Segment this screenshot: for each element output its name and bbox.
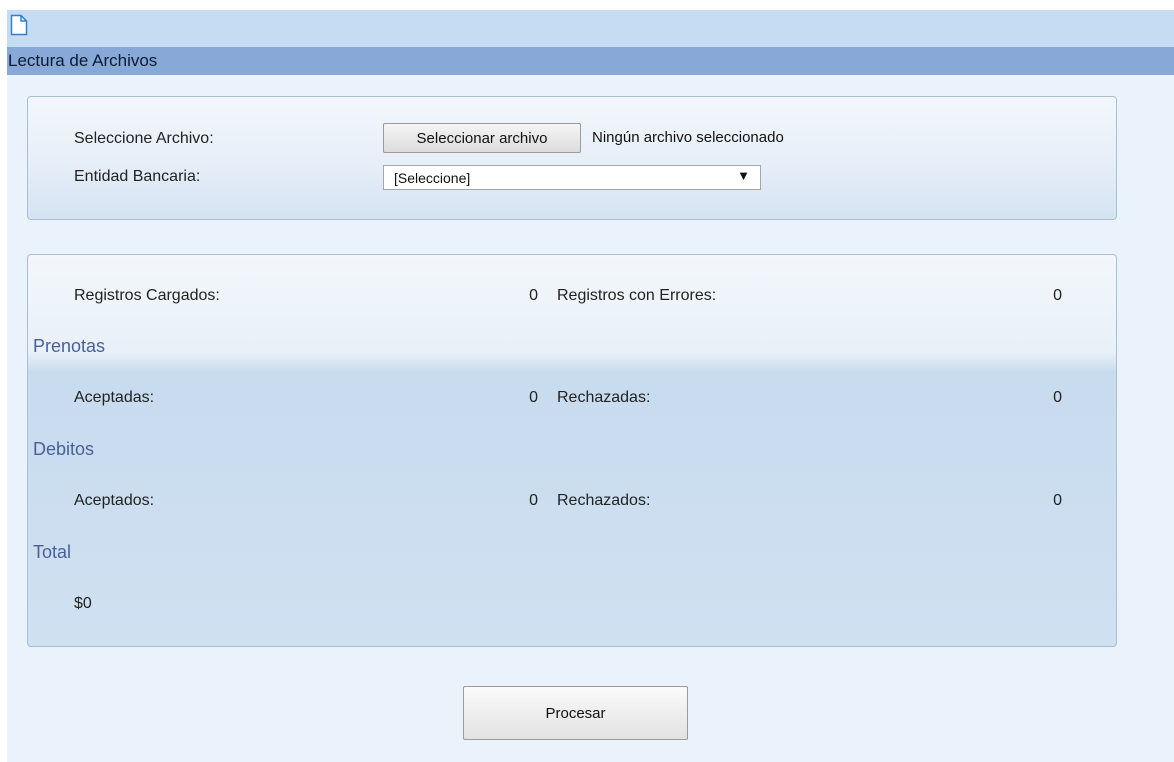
- debitos-rejected-label: Rechazados:: [557, 492, 651, 509]
- section-total: Total: [33, 542, 72, 562]
- prenotas-accepted-label: Aceptadas:: [74, 389, 155, 406]
- error-records-value: 0: [1053, 287, 1062, 304]
- prenotas-rejected-value: 0: [1053, 389, 1062, 406]
- results-panel: Registros Cargados: 0 Registros con Erro…: [27, 254, 1117, 647]
- prenotas-rejected-label: Rechazadas:: [557, 389, 651, 406]
- loaded-records-label: Registros Cargados:: [74, 287, 220, 304]
- select-file-button[interactable]: Seleccionar archivo: [383, 123, 581, 153]
- page-title: Lectura de Archivos: [7, 47, 1174, 75]
- app-window: Lectura de Archivos Seleccione Archivo: …: [7, 10, 1174, 762]
- debitos-accepted-value: 0: [529, 492, 538, 509]
- file-selection-panel: Seleccione Archivo: Seleccionar archivo …: [27, 96, 1117, 220]
- error-records-label: Registros con Errores:: [557, 287, 717, 304]
- prenotas-accepted-value: 0: [529, 389, 538, 406]
- total-value: $0: [74, 595, 92, 612]
- loaded-records-value: 0: [529, 287, 538, 304]
- file-label: Seleccione Archivo:: [74, 130, 214, 147]
- document-icon: [10, 14, 28, 36]
- debitos-rejected-value: 0: [1053, 492, 1062, 509]
- icon-bar: [7, 10, 1174, 47]
- bank-select[interactable]: [Seleccione] ▼: [383, 165, 761, 190]
- chevron-down-icon: ▼: [737, 168, 750, 183]
- debitos-accepted-label: Aceptados:: [74, 492, 155, 509]
- file-status: Ningún archivo seleccionado: [592, 129, 784, 146]
- bank-label: Entidad Bancaria:: [74, 168, 201, 185]
- process-button[interactable]: Procesar: [463, 686, 688, 740]
- section-debitos: Debitos: [33, 439, 95, 459]
- section-prenotas: Prenotas: [33, 336, 106, 356]
- bank-select-value: [Seleccione]: [394, 170, 471, 186]
